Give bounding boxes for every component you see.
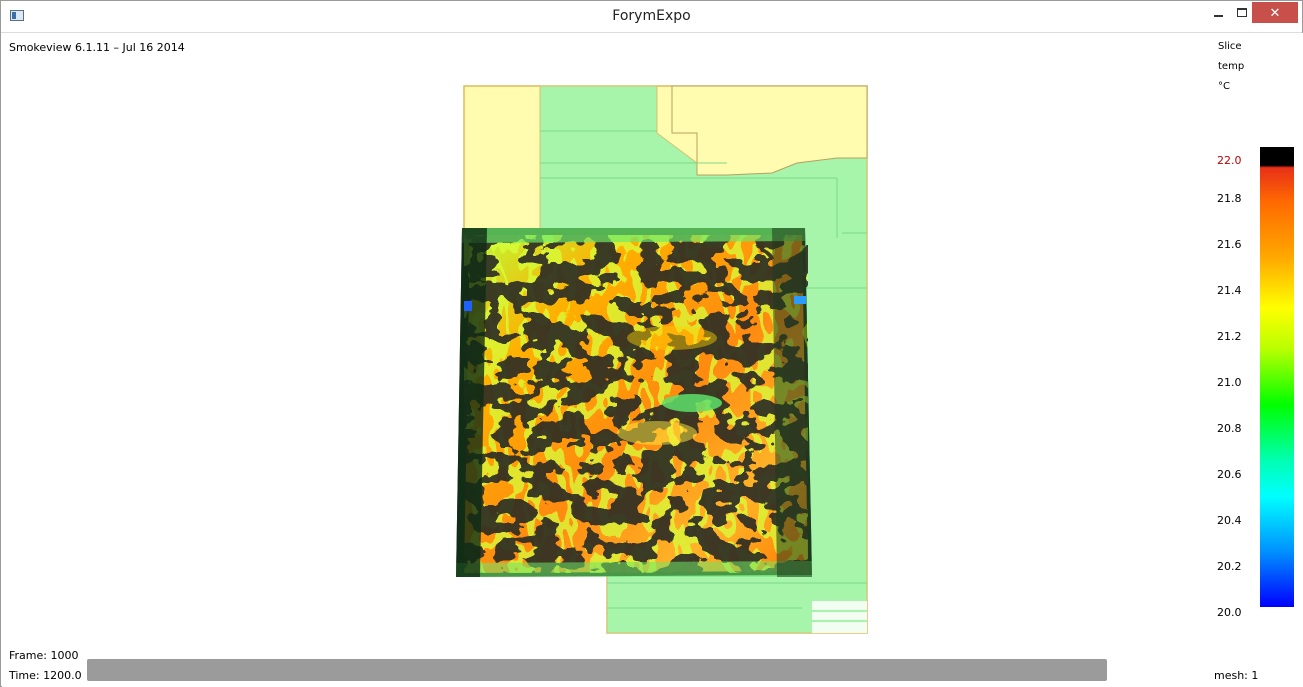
colorbar-tick: 20.4: [1217, 514, 1242, 527]
colorbar-quantity-label: temp: [1218, 61, 1245, 72]
titlebar[interactable]: ForymExpo ✕: [1, 1, 1302, 33]
app-window: ForymExpo ✕ Smokeview 6.1.11 – Jul 16 20…: [0, 0, 1303, 687]
colorbar-tick: 20.8: [1217, 422, 1242, 435]
colorbar-tick: 21.2: [1217, 330, 1242, 343]
render-viewport[interactable]: Smokeview 6.1.11 – Jul 16 2014 Slice tem…: [2, 33, 1303, 687]
colorbar-tick: 21.4: [1217, 284, 1242, 297]
colorbar-tick: 20.6: [1217, 468, 1242, 481]
version-label: Smokeview 6.1.11 – Jul 16 2014: [9, 41, 185, 54]
slice-scene[interactable]: [442, 83, 892, 643]
window-title: ForymExpo: [612, 8, 691, 24]
colorbar-tick: 21.8: [1217, 192, 1242, 205]
minimize-icon: [1213, 14, 1223, 17]
time-slider[interactable]: [87, 659, 1107, 681]
colorbar-tick: 21.0: [1217, 376, 1242, 389]
close-icon: ✕: [1269, 4, 1281, 20]
colorbar-slice-label: Slice: [1218, 41, 1242, 52]
temperature-slice[interactable]: [456, 228, 812, 577]
frame-label: Frame: 1000: [9, 649, 79, 662]
colorbar-tick: 21.6: [1217, 238, 1242, 251]
colorbar-tick: 20.2: [1217, 560, 1242, 573]
colorbar-unit-label: °C: [1218, 81, 1230, 92]
mesh-label: mesh: 1: [1214, 669, 1259, 682]
maximize-icon: [1237, 8, 1247, 17]
minimize-button[interactable]: [1205, 2, 1231, 23]
time-label: Time: 1200.0: [9, 669, 82, 682]
colorbar: [1260, 147, 1294, 607]
colorbar-tick: 22.0: [1217, 154, 1242, 167]
close-button[interactable]: ✕: [1252, 2, 1298, 23]
colorbar-tick: 20.0: [1217, 606, 1242, 619]
